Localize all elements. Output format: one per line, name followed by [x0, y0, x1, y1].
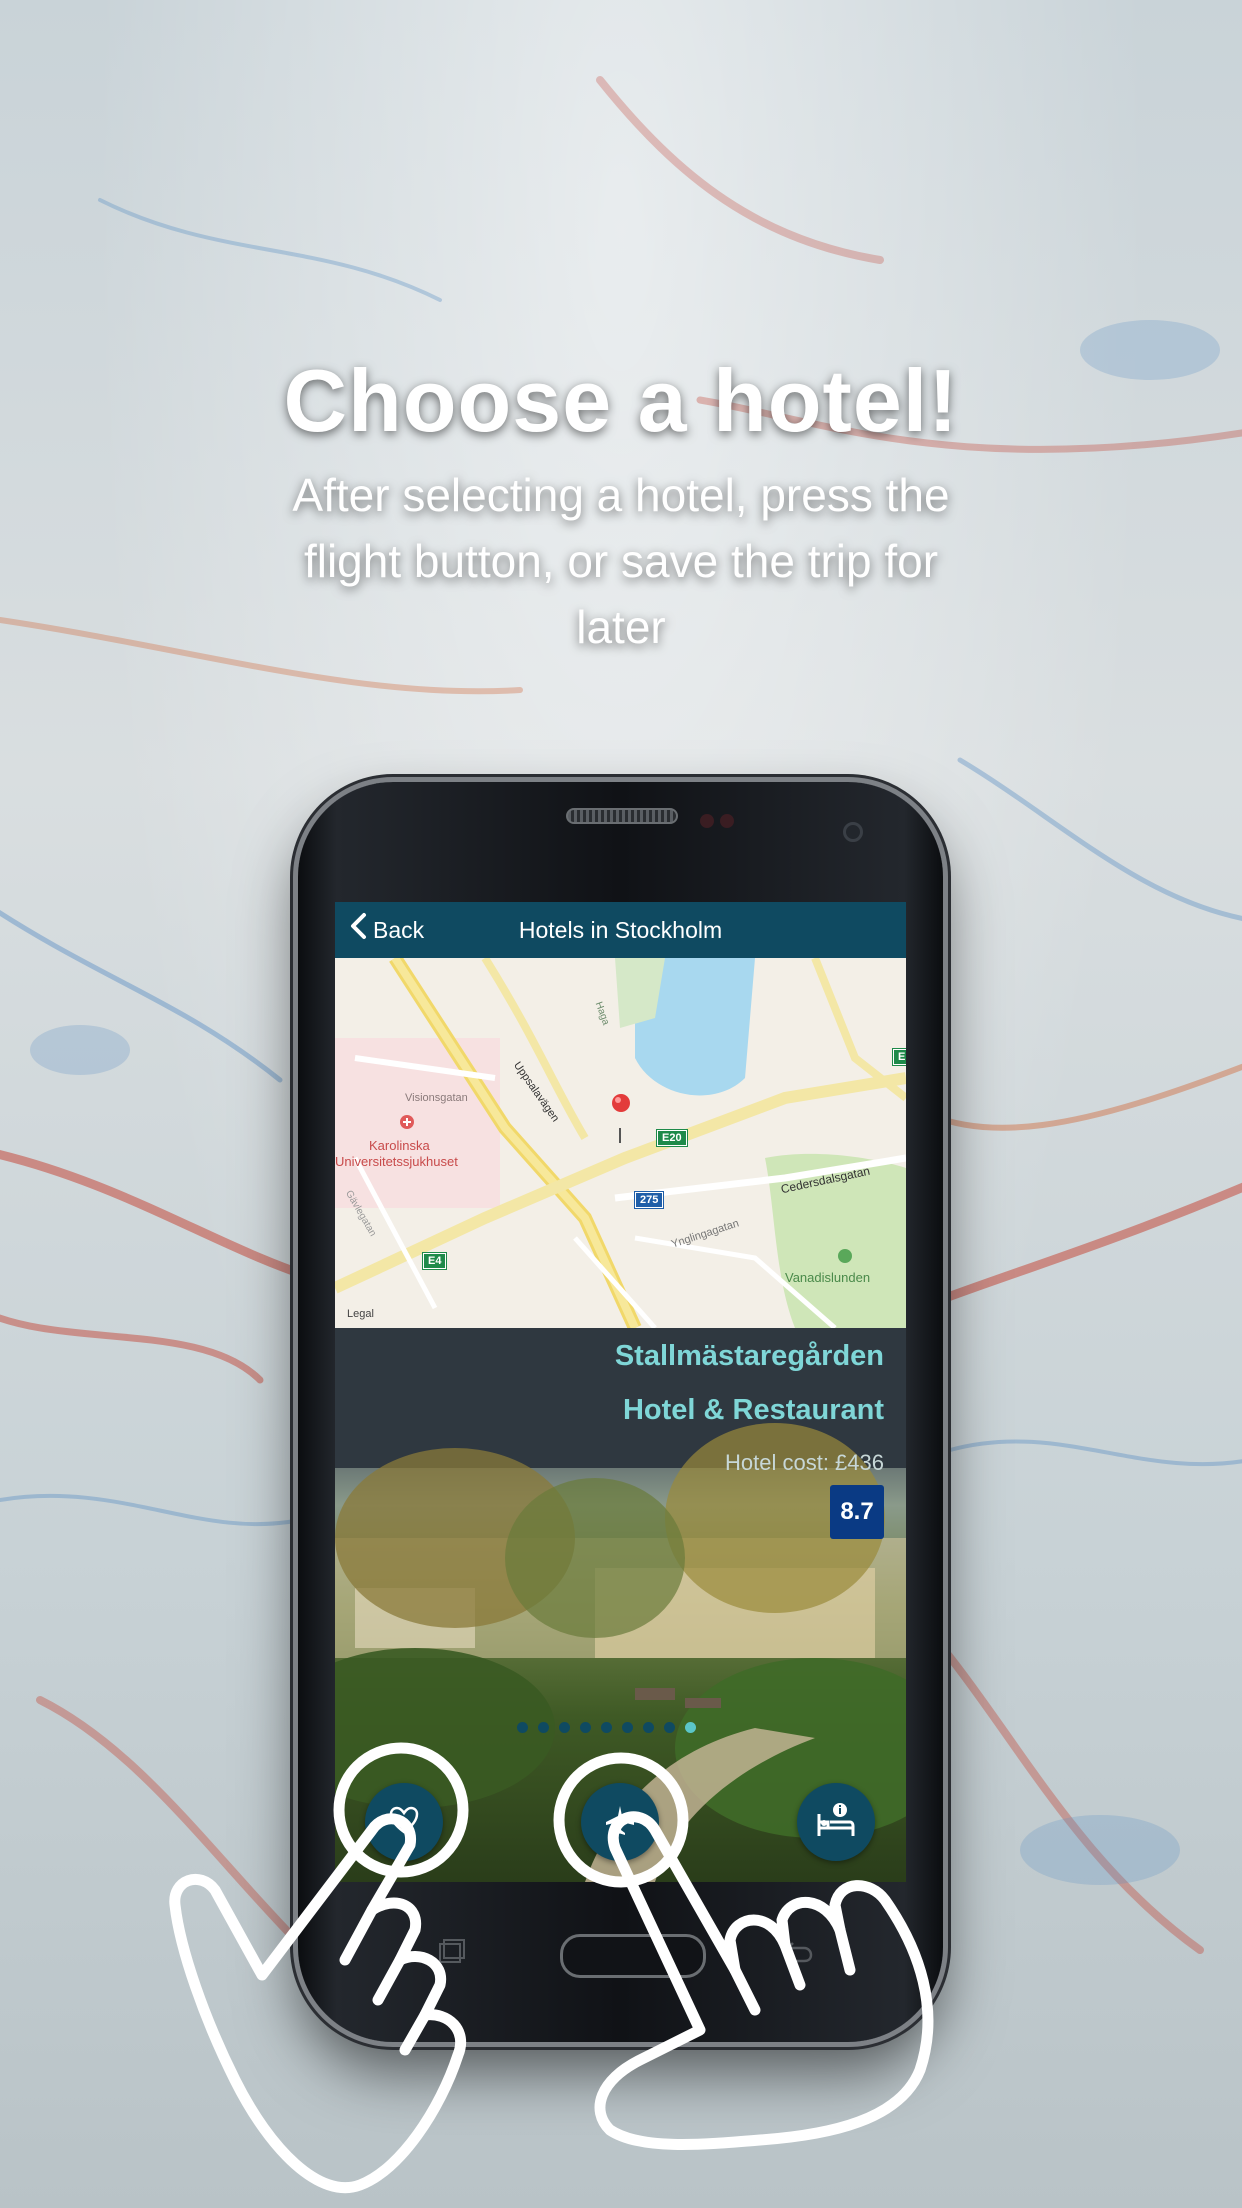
phone-sensor	[700, 814, 714, 828]
phone-mockup: Hotels in Stockholm Back Karolinska Univ…	[298, 782, 943, 2042]
page-subtitle: After selecting a hotel, press the fligh…	[292, 469, 950, 653]
carousel-dot-active[interactable]	[685, 1722, 696, 1733]
map-label: Visionsgatan	[405, 1092, 468, 1104]
airplane-icon	[604, 1804, 636, 1841]
hotel-info-button[interactable]	[797, 1783, 875, 1861]
chevron-left-icon	[349, 912, 367, 945]
hotel-bed-info-icon	[816, 1802, 856, 1843]
hotel-location-pin-icon[interactable]	[611, 1093, 631, 1117]
carousel-dot[interactable]	[664, 1722, 675, 1733]
hotel-photo-card[interactable]: Stallmästaregården Hotel & Restaurant Ho…	[335, 1328, 906, 1882]
hotel-name-line2: Hotel & Restaurant	[622, 1394, 884, 1426]
map-label: Universitetssjukhuset	[335, 1154, 458, 1169]
rating-badge: 8.7	[830, 1485, 884, 1539]
home-button[interactable]	[560, 1934, 706, 1978]
hotel-name-line1: Stallmästaregården	[614, 1340, 884, 1372]
map-label[interactable]: Legal	[347, 1308, 374, 1320]
heart-icon	[389, 1806, 419, 1839]
map-label: Vanadislunden	[785, 1270, 871, 1285]
road-shield-e4: E4	[421, 1252, 448, 1270]
road-shield-e20: E20	[656, 1129, 688, 1147]
back-key-icon[interactable]	[780, 1938, 813, 1968]
map-label: Karolinska	[369, 1138, 430, 1153]
carousel-indicator[interactable]	[517, 1722, 696, 1733]
back-button[interactable]: Back	[349, 902, 424, 958]
carousel-dot[interactable]	[517, 1722, 528, 1733]
flight-button[interactable]	[581, 1783, 659, 1861]
phone-speaker	[566, 808, 678, 824]
road-shield-edge: E	[891, 1048, 906, 1066]
carousel-dot[interactable]	[580, 1722, 591, 1733]
app-screen: Hotels in Stockholm Back Karolinska Univ…	[335, 902, 906, 1882]
hotel-map[interactable]: Karolinska Universitetssjukhuset Visions…	[335, 954, 906, 1331]
page-title: Choose a hotel!	[283, 351, 959, 450]
road-shield-275: 275	[633, 1191, 665, 1209]
carousel-dot[interactable]	[622, 1722, 633, 1733]
recent-apps-key-icon[interactable]	[435, 1938, 465, 1968]
carousel-dot[interactable]	[559, 1722, 570, 1733]
navigation-bar: Hotels in Stockholm Back	[335, 902, 906, 958]
carousel-dot[interactable]	[601, 1722, 612, 1733]
phone-camera	[843, 822, 863, 842]
phone-sensor	[720, 814, 734, 828]
back-label: Back	[373, 916, 425, 943]
carousel-dot[interactable]	[538, 1722, 549, 1733]
carousel-dot[interactable]	[643, 1722, 654, 1733]
save-trip-button[interactable]	[365, 1783, 443, 1861]
phone-soft-keys	[335, 1884, 906, 1994]
hotel-cost: Hotel cost: £436	[725, 1450, 884, 1475]
